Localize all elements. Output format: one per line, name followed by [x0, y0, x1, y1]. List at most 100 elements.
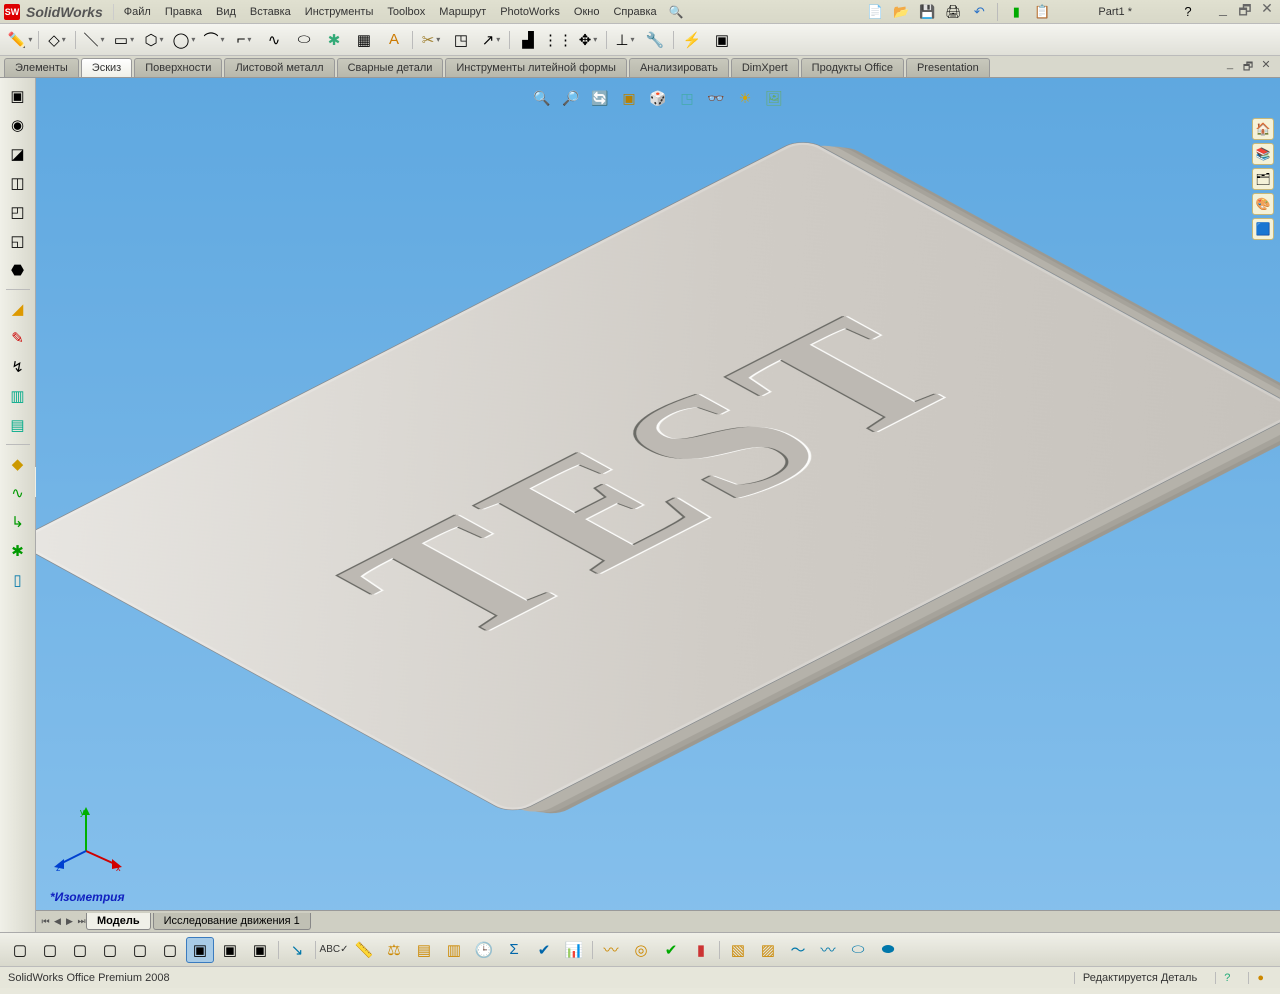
view-dimetric-button[interactable]: ▣ — [246, 937, 274, 963]
menu-photoworks[interactable]: PhotoWorks — [494, 4, 566, 20]
quick-snap-button[interactable]: ⚡ — [678, 27, 706, 53]
view-trimetric-button[interactable]: ▣ — [216, 937, 244, 963]
rectangle-tool-button[interactable]: ▭ — [110, 27, 138, 53]
menu-toolbox[interactable]: Toolbox — [381, 4, 431, 20]
tab-elements[interactable]: Элементы — [4, 58, 79, 77]
text-tool-button[interactable]: A — [380, 27, 408, 53]
coordinate-button[interactable]: ↳ — [5, 510, 31, 534]
open-doc-button[interactable]: 📂 — [891, 2, 911, 22]
reference-geom-button[interactable]: ◆ — [5, 452, 31, 476]
equations-button[interactable]: Σ — [500, 937, 528, 963]
section-props-button[interactable]: ▤ — [410, 937, 438, 963]
display-relations-button[interactable]: ⊥ — [611, 27, 639, 53]
viewport[interactable]: 🔍 🔎 🔄 ▣ 🎲 ◳ 👓 ☀ 🖼 🏠 📚 🗂 🎨 🟦 TEST — [36, 78, 1280, 932]
offset-entities-button[interactable]: ↗ — [477, 27, 505, 53]
boundary-boss-button[interactable]: ◰ — [5, 200, 31, 224]
fillet-feature-button[interactable]: ◢ — [5, 297, 31, 321]
point-ref-button[interactable]: ✱ — [5, 539, 31, 563]
tab-motion-study[interactable]: Исследование движения 1 — [153, 913, 311, 930]
home-taskpane-button[interactable]: 🏠 — [1252, 118, 1274, 140]
tab-first[interactable]: ⏮ — [40, 916, 51, 927]
tab-sheetmetal[interactable]: Листовой металл — [224, 58, 334, 77]
undercut-button[interactable]: ▧ — [724, 937, 752, 963]
tab-surfaces[interactable]: Поверхности — [134, 58, 222, 77]
plane-tool-button[interactable]: ▦ — [350, 27, 378, 53]
tab-office[interactable]: Продукты Office — [801, 58, 904, 77]
mass-props-button[interactable]: ⚖ — [380, 937, 408, 963]
spell-check-button[interactable]: ABC✓ — [320, 937, 348, 963]
view-front-button[interactable]: ▢ — [6, 937, 34, 963]
menu-edit[interactable]: Правка — [159, 4, 208, 20]
menu-route[interactable]: Маршрут — [433, 4, 492, 20]
file-explorer-button[interactable]: 🗂 — [1252, 168, 1274, 190]
view-palette-button[interactable]: 🎨 — [1252, 193, 1274, 215]
repair-sketch-button[interactable]: 🔧 — [641, 27, 669, 53]
design-library-button[interactable]: 📚 — [1252, 143, 1274, 165]
linear-pattern-button[interactable]: ⋮⋮ — [544, 27, 572, 53]
options-button[interactable]: 📋 — [1032, 2, 1052, 22]
pattern-button[interactable]: ↯ — [5, 355, 31, 379]
tab-prev[interactable]: ◀ — [52, 916, 63, 927]
swept-boss-button[interactable]: ◪ — [5, 142, 31, 166]
previous-view-button[interactable]: 🔄 — [587, 86, 613, 110]
convert-entities-button[interactable]: ◳ — [447, 27, 475, 53]
draft-analysis-button[interactable]: ▮ — [687, 937, 715, 963]
view-iso-button[interactable]: ▣ — [186, 937, 214, 963]
tab-next[interactable]: ▶ — [64, 916, 75, 927]
floxpress-button[interactable]: ⬬ — [874, 937, 902, 963]
window-close[interactable]: ✕ — [1258, 0, 1276, 24]
view-bottom-button[interactable]: ▢ — [156, 937, 184, 963]
sensor-button[interactable]: ▥ — [440, 937, 468, 963]
menu-help[interactable]: Справка — [607, 4, 662, 20]
tab-weldments[interactable]: Сварные детали — [337, 58, 444, 77]
menu-insert[interactable]: Вставка — [244, 4, 297, 20]
deviation-button[interactable]: 〰 — [597, 937, 625, 963]
hide-show-button[interactable]: 👓 — [703, 86, 729, 110]
rib-button[interactable]: ▥ — [5, 384, 31, 408]
doc-restore[interactable]: 🗗 — [1240, 58, 1256, 72]
tab-dimxpert[interactable]: DimXpert — [731, 58, 799, 77]
menu-window[interactable]: Окно — [568, 4, 606, 20]
apply-scene-button[interactable]: 🖼 — [761, 86, 787, 110]
move-entities-button[interactable]: ✥ — [574, 27, 602, 53]
curvature-button[interactable]: ✔ — [657, 937, 685, 963]
display-style-button[interactable]: ◳ — [674, 86, 700, 110]
appearances-button[interactable]: 🟦 — [1252, 218, 1274, 240]
hole-wizard-button[interactable]: ⬣ — [5, 258, 31, 282]
status-help-icon[interactable]: ? — [1215, 972, 1238, 984]
chamfer-button[interactable]: ✎ — [5, 326, 31, 350]
doc-minimize[interactable]: _ — [1222, 58, 1238, 72]
fillet-tool-button[interactable]: ⌐ — [230, 27, 258, 53]
simxpress-button[interactable]: ⬭ — [844, 937, 872, 963]
menu-view[interactable]: Вид — [210, 4, 242, 20]
loft-boss-button[interactable]: ◫ — [5, 171, 31, 195]
curves-button[interactable]: ∿ — [5, 481, 31, 505]
status-rebuild-icon[interactable]: ● — [1248, 972, 1272, 984]
zoom-area-button[interactable]: 🔎 — [558, 86, 584, 110]
normal-to-button[interactable]: ↘ — [283, 937, 311, 963]
view-back-button[interactable]: ▢ — [36, 937, 64, 963]
tab-moldtools[interactable]: Инструменты литейной формы — [445, 58, 627, 77]
revolve-boss-button[interactable]: ◉ — [5, 113, 31, 137]
tab-presentation[interactable]: Presentation — [906, 58, 990, 77]
instant3d-button[interactable]: ▯ — [5, 568, 31, 592]
section-view-button[interactable]: ▣ — [616, 86, 642, 110]
polygon-tool-button[interactable]: ⬡ — [140, 27, 168, 53]
shell-button[interactable]: ▤ — [5, 413, 31, 437]
import-diag-button[interactable]: 📊 — [560, 937, 588, 963]
window-minimize[interactable]: _ — [1214, 0, 1232, 24]
extrude-boss-button[interactable]: ▣ — [5, 84, 31, 108]
spline-tool-button[interactable]: ∿ — [260, 27, 288, 53]
thickness-button[interactable]: 〜 — [784, 937, 812, 963]
tab-last[interactable]: ⏭ — [76, 916, 87, 927]
menu-tools[interactable]: Инструменты — [299, 4, 380, 20]
zoom-fit-button[interactable]: 🔍 — [529, 86, 555, 110]
mirror-button[interactable]: ▟ — [514, 27, 542, 53]
doc-close[interactable]: ✕ — [1258, 58, 1274, 72]
point-tool-button[interactable]: ✱ — [320, 27, 348, 53]
compare-button[interactable]: 〰 — [814, 937, 842, 963]
sketch-button[interactable]: ✏️ — [6, 27, 34, 53]
statistics-button[interactable]: 🕒 — [470, 937, 498, 963]
rapid-sketch-button[interactable]: ▣ — [708, 27, 736, 53]
smart-dimension-button[interactable]: ◇ — [43, 27, 71, 53]
